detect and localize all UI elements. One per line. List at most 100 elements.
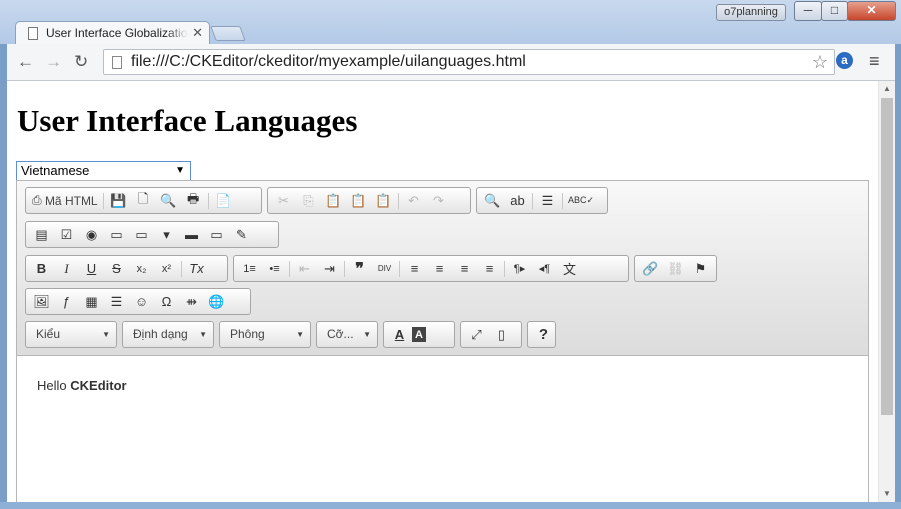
- spellcheck-icon[interactable]: ABC✓: [565, 190, 597, 212]
- smiley-icon[interactable]: ☺: [129, 291, 154, 313]
- ltr-icon[interactable]: ¶▸: [507, 258, 532, 280]
- url-text[interactable]: file:///C:/CKEditor/ckeditor/myexample/u…: [131, 53, 812, 71]
- special-char-icon[interactable]: Ω: [154, 291, 179, 313]
- reload-icon[interactable]: ↻: [74, 52, 88, 72]
- format-combo[interactable]: Định dạng ▼: [122, 321, 214, 348]
- font-combo[interactable]: Phông ▼: [219, 321, 311, 348]
- page-icon: [112, 55, 122, 69]
- table-icon[interactable]: ▦: [79, 291, 104, 313]
- extension-icon[interactable]: a: [836, 52, 853, 69]
- address-bar[interactable]: file:///C:/CKEditor/ckeditor/myexample/u…: [103, 49, 835, 75]
- browser-tab[interactable]: User Interface Globalizatio ✕: [15, 21, 210, 44]
- editor-paragraph: Hello CKEditor: [37, 378, 127, 393]
- replace-icon[interactable]: ab: [505, 190, 530, 212]
- unlink-icon[interactable]: ⛓: [663, 258, 688, 280]
- window-frame-bottom: [0, 502, 901, 509]
- link-icon[interactable]: 🔗: [638, 258, 663, 280]
- align-center-icon[interactable]: ≡: [427, 258, 452, 280]
- page-icon: [28, 26, 38, 40]
- styles-combo[interactable]: Kiểu ▼: [25, 321, 117, 348]
- paste-text-icon[interactable]: 📋: [346, 190, 371, 212]
- paste-icon[interactable]: 📋: [321, 190, 346, 212]
- underline-icon[interactable]: U: [79, 258, 104, 280]
- blockquote-icon[interactable]: ❞: [347, 258, 372, 280]
- bookmark-star-icon[interactable]: ☆: [812, 52, 828, 73]
- chevron-down-icon: ▼: [363, 330, 371, 339]
- select-field-icon[interactable]: ▾: [154, 224, 179, 246]
- language-icon[interactable]: 文: [557, 258, 582, 280]
- text-color-icon[interactable]: A: [387, 324, 412, 346]
- scroll-down-icon[interactable]: ▼: [883, 489, 891, 498]
- superscript-icon[interactable]: x²: [154, 258, 179, 280]
- editor-toolbar: ⎙ Mã HTML 💾 🗋 🔍 🖶 📄 ✂ ⎘ 📋 📋 📋 ↶ ↷ 🔍 ab ☰…: [17, 181, 868, 356]
- div-icon[interactable]: DIV: [372, 258, 397, 280]
- copy-icon[interactable]: ⎘: [296, 190, 321, 212]
- editor-content[interactable]: Hello CKEditor: [17, 356, 868, 502]
- window-titlebar[interactable]: User Interface Globalizatio ✕ o7planning…: [0, 0, 901, 44]
- hidden-field-icon[interactable]: ✎: [229, 224, 254, 246]
- paste-word-icon[interactable]: 📋: [371, 190, 396, 212]
- align-left-icon[interactable]: ≡: [402, 258, 427, 280]
- show-blocks-icon[interactable]: ▯: [489, 324, 514, 346]
- editing-group: 🔍 ab ☰ ABC✓: [476, 187, 608, 214]
- scroll-up-icon[interactable]: ▲: [883, 84, 891, 93]
- numbered-list-icon[interactable]: 1≡: [237, 258, 262, 280]
- forward-icon[interactable]: →: [45, 52, 62, 72]
- find-icon[interactable]: 🔍: [480, 190, 505, 212]
- iframe-icon[interactable]: 🌐: [204, 291, 229, 313]
- undo-icon[interactable]: ↶: [401, 190, 426, 212]
- scrollbar-thumb[interactable]: [881, 98, 893, 415]
- save-icon[interactable]: 💾: [106, 190, 131, 212]
- select-all-icon[interactable]: ☰: [535, 190, 560, 212]
- templates-icon[interactable]: 📄: [211, 190, 236, 212]
- remove-format-icon[interactable]: Tx: [184, 258, 209, 280]
- language-select[interactable]: Vietnamese ▼: [16, 161, 191, 181]
- source-button[interactable]: ⎙ Mã HTML: [29, 190, 101, 212]
- close-window-button[interactable]: ✕: [847, 1, 896, 21]
- preview-icon[interactable]: 🔍: [156, 190, 181, 212]
- new-page-icon[interactable]: 🗋: [131, 190, 156, 212]
- outdent-icon[interactable]: ⇤: [292, 258, 317, 280]
- clipboard-group: ✂ ⎘ 📋 📋 📋 ↶ ↷: [267, 187, 471, 214]
- checkbox-icon[interactable]: ☑: [54, 224, 79, 246]
- radio-icon[interactable]: ◉: [79, 224, 104, 246]
- maximize-button[interactable]: □: [821, 1, 848, 21]
- size-combo[interactable]: Cỡ... ▼: [316, 321, 378, 348]
- subscript-icon[interactable]: x₂: [129, 258, 154, 280]
- button-field-icon[interactable]: ▬: [179, 224, 204, 246]
- help-icon[interactable]: ?: [531, 324, 556, 346]
- new-tab-button[interactable]: [210, 26, 246, 41]
- bold-icon[interactable]: B: [29, 258, 54, 280]
- bg-color-icon[interactable]: A: [412, 327, 426, 342]
- textfield-icon[interactable]: ▭: [104, 224, 129, 246]
- minimize-button[interactable]: ─: [794, 1, 822, 21]
- bulleted-list-icon[interactable]: •≡: [262, 258, 287, 280]
- language-select-value: Vietnamese: [21, 163, 90, 178]
- image-button-icon[interactable]: ▭: [204, 224, 229, 246]
- italic-icon[interactable]: I: [54, 258, 79, 280]
- tools-group: ⤢ ▯: [460, 321, 522, 348]
- print-icon[interactable]: 🖶: [181, 190, 206, 212]
- justify-icon[interactable]: ≡: [477, 258, 502, 280]
- rtl-icon[interactable]: ◂¶: [532, 258, 557, 280]
- align-right-icon[interactable]: ≡: [452, 258, 477, 280]
- indent-icon[interactable]: ⇥: [317, 258, 342, 280]
- maximize-icon[interactable]: ⤢: [464, 324, 489, 346]
- page-break-icon[interactable]: ⇻: [179, 291, 204, 313]
- back-icon[interactable]: ←: [17, 52, 34, 72]
- redo-icon[interactable]: ↷: [426, 190, 451, 212]
- profile-badge[interactable]: o7planning: [716, 4, 786, 21]
- form-icon[interactable]: ▤: [29, 224, 54, 246]
- document-group: ⎙ Mã HTML 💾 🗋 🔍 🖶 📄: [25, 187, 262, 214]
- strike-icon[interactable]: S: [104, 258, 129, 280]
- flash-icon[interactable]: ƒ: [54, 291, 79, 313]
- browser-menu-icon[interactable]: ≡: [869, 51, 880, 72]
- cut-icon[interactable]: ✂: [271, 190, 296, 212]
- tab-close-icon[interactable]: ✕: [192, 25, 203, 41]
- vertical-scrollbar[interactable]: ▲ ▼: [878, 81, 895, 502]
- colors-group: A A: [383, 321, 455, 348]
- horizontal-line-icon[interactable]: ☰: [104, 291, 129, 313]
- textarea-icon[interactable]: ▭: [129, 224, 154, 246]
- anchor-icon[interactable]: ⚑: [688, 258, 713, 280]
- image-icon[interactable]: 🖼: [29, 291, 54, 313]
